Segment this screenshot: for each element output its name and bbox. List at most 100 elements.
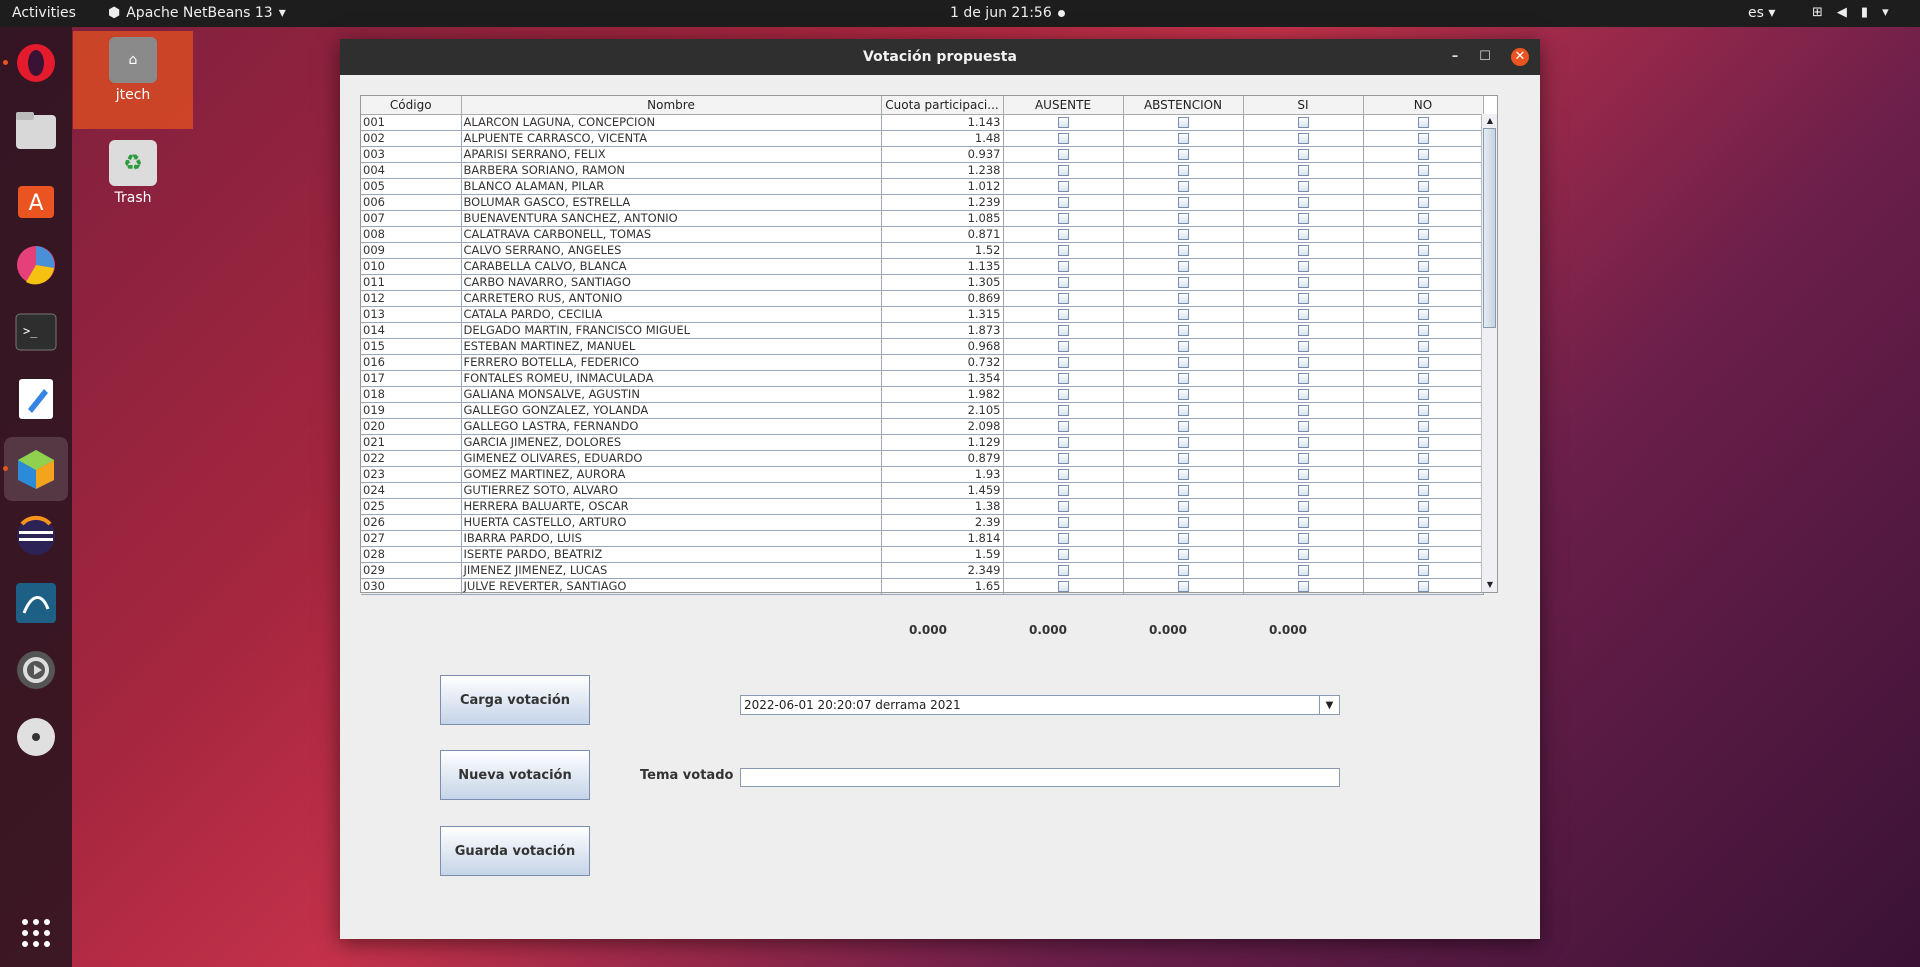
no-checkbox[interactable] (1417, 340, 1429, 352)
ausente-checkbox[interactable] (1057, 148, 1069, 160)
si-checkbox[interactable] (1297, 148, 1309, 160)
files-icon[interactable] (12, 107, 60, 155)
si-checkbox[interactable] (1297, 244, 1309, 256)
si-checkbox[interactable] (1297, 196, 1309, 208)
si-checkbox[interactable] (1297, 180, 1309, 192)
ausente-checkbox[interactable] (1057, 452, 1069, 464)
no-checkbox[interactable] (1417, 116, 1429, 128)
ausente-checkbox[interactable] (1057, 196, 1069, 208)
abstencion-checkbox[interactable] (1177, 132, 1189, 144)
text-editor-icon[interactable] (12, 375, 60, 423)
si-checkbox[interactable] (1297, 564, 1309, 576)
si-checkbox[interactable] (1297, 260, 1309, 272)
no-checkbox[interactable] (1417, 452, 1429, 464)
ausente-checkbox[interactable] (1057, 436, 1069, 448)
si-checkbox[interactable] (1297, 420, 1309, 432)
column-header-abstencion[interactable]: ABSTENCION (1123, 96, 1244, 115)
no-checkbox[interactable] (1417, 292, 1429, 304)
si-checkbox[interactable] (1297, 548, 1309, 560)
ausente-checkbox[interactable] (1057, 516, 1069, 528)
si-checkbox[interactable] (1297, 228, 1309, 240)
table-row[interactable]: 030 JULVE REVERTER, SANTIAGO 1.65 (361, 578, 1484, 595)
table-row[interactable]: 005 BLANCO ALAMAN, PILAR 1.012 (361, 178, 1484, 195)
si-checkbox[interactable] (1297, 468, 1309, 480)
no-checkbox[interactable] (1417, 228, 1429, 240)
clock[interactable]: 1 de jun 21:56 (950, 5, 1052, 21)
abstencion-checkbox[interactable] (1177, 548, 1189, 560)
si-checkbox[interactable] (1297, 388, 1309, 400)
table-row[interactable]: 029 JIMENEZ JIMENEZ, LUCAS 2.349 (361, 562, 1484, 579)
column-header-codigo[interactable]: Código (361, 96, 462, 115)
si-checkbox[interactable] (1297, 324, 1309, 336)
abstencion-checkbox[interactable] (1177, 356, 1189, 368)
abstencion-checkbox[interactable] (1177, 276, 1189, 288)
table-row[interactable]: 027 IBARRA PARDO, LUIS 1.814 (361, 530, 1484, 547)
no-checkbox[interactable] (1417, 244, 1429, 256)
si-checkbox[interactable] (1297, 340, 1309, 352)
table-row[interactable]: 010 CARABELLA CALVO, BLANCA 1.135 (361, 258, 1484, 275)
ausente-checkbox[interactable] (1057, 580, 1069, 592)
guarda-votacion-button[interactable]: Guarda votación (440, 826, 590, 876)
si-checkbox[interactable] (1297, 276, 1309, 288)
abstencion-checkbox[interactable] (1177, 436, 1189, 448)
ausente-checkbox[interactable] (1057, 228, 1069, 240)
table-row[interactable]: 028 ISERTE PARDO, BEATRIZ 1.59 (361, 546, 1484, 563)
no-checkbox[interactable] (1417, 548, 1429, 560)
abstencion-checkbox[interactable] (1177, 452, 1189, 464)
activities-button[interactable]: Activities (12, 5, 76, 21)
table-row[interactable]: 019 GALLEGO GONZALEZ, YOLANDA 2.105 (361, 402, 1484, 419)
abstencion-checkbox[interactable] (1177, 260, 1189, 272)
ausente-checkbox[interactable] (1057, 180, 1069, 192)
no-checkbox[interactable] (1417, 500, 1429, 512)
table-row[interactable]: 006 BOLUMAR GASCO, ESTRELLA 1.239 (361, 194, 1484, 211)
abstencion-checkbox[interactable] (1177, 164, 1189, 176)
ausente-checkbox[interactable] (1057, 340, 1069, 352)
no-checkbox[interactable] (1417, 196, 1429, 208)
si-checkbox[interactable] (1297, 580, 1309, 592)
netbeans-icon[interactable] (12, 445, 60, 493)
table-row[interactable]: 026 HUERTA CASTELLO, ARTURO 2.39 (361, 514, 1484, 531)
software-store-icon[interactable]: A (12, 174, 60, 222)
table-row[interactable]: 020 GALLEGO LASTRA, FERNANDO 2.098 (361, 418, 1484, 435)
abstencion-checkbox[interactable] (1177, 484, 1189, 496)
ausente-checkbox[interactable] (1057, 404, 1069, 416)
no-checkbox[interactable] (1417, 212, 1429, 224)
si-checkbox[interactable] (1297, 404, 1309, 416)
ausente-checkbox[interactable] (1057, 388, 1069, 400)
si-checkbox[interactable] (1297, 500, 1309, 512)
abstencion-checkbox[interactable] (1177, 564, 1189, 576)
abstencion-checkbox[interactable] (1177, 388, 1189, 400)
no-checkbox[interactable] (1417, 324, 1429, 336)
table-row[interactable]: 011 CARBO NAVARRO, SANTIAGO 1.305 (361, 274, 1484, 291)
no-checkbox[interactable] (1417, 484, 1429, 496)
si-checkbox[interactable] (1297, 356, 1309, 368)
scroll-down-icon[interactable]: ▼ (1482, 578, 1498, 592)
abstencion-checkbox[interactable] (1177, 404, 1189, 416)
table-row[interactable]: 003 APARISI SERRANO, FELIX 0.937 (361, 146, 1484, 163)
column-header-si[interactable]: SI (1243, 96, 1364, 115)
abstencion-checkbox[interactable] (1177, 308, 1189, 320)
table-row[interactable]: 022 GIMENEZ OLIVARES, EDUARDO 0.879 (361, 450, 1484, 467)
abstencion-checkbox[interactable] (1177, 324, 1189, 336)
votacion-select[interactable]: 2022-06-01 20:20:07 derrama 2021 ▼ (740, 695, 1340, 715)
eclipse-icon[interactable] (12, 512, 60, 560)
table-row[interactable]: 009 CALVO SERRANO, ANGELES 1.52 (361, 242, 1484, 259)
no-checkbox[interactable] (1417, 164, 1429, 176)
ausente-checkbox[interactable] (1057, 308, 1069, 320)
no-checkbox[interactable] (1417, 180, 1429, 192)
tema-votado-input[interactable] (740, 768, 1340, 787)
si-checkbox[interactable] (1297, 516, 1309, 528)
desktop-trash[interactable]: ♻ Trash (73, 140, 193, 206)
no-checkbox[interactable] (1417, 388, 1429, 400)
ausente-checkbox[interactable] (1057, 484, 1069, 496)
no-checkbox[interactable] (1417, 132, 1429, 144)
ausente-checkbox[interactable] (1057, 372, 1069, 384)
ausente-checkbox[interactable] (1057, 132, 1069, 144)
abstencion-checkbox[interactable] (1177, 420, 1189, 432)
si-checkbox[interactable] (1297, 372, 1309, 384)
ausente-checkbox[interactable] (1057, 356, 1069, 368)
si-checkbox[interactable] (1297, 212, 1309, 224)
app-menu[interactable]: ⬢ Apache NetBeans 13 ▾ (108, 5, 286, 21)
no-checkbox[interactable] (1417, 260, 1429, 272)
disc-icon[interactable] (12, 713, 60, 761)
